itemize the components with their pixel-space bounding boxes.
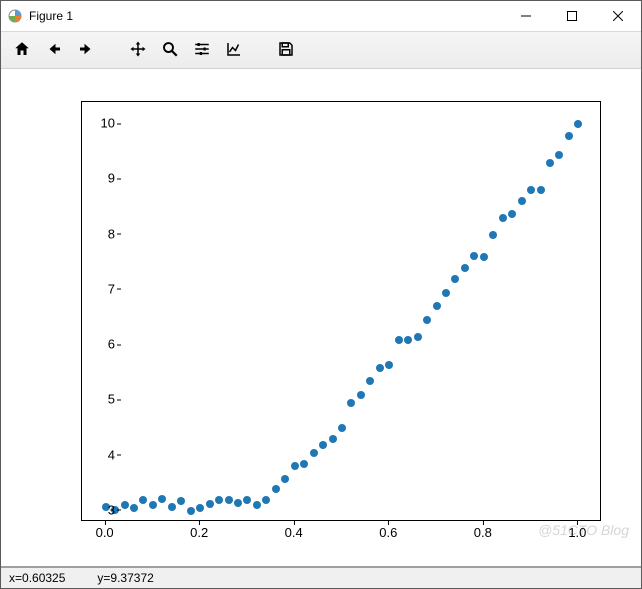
arrow-right-icon bbox=[77, 40, 95, 61]
maximize-button[interactable] bbox=[549, 1, 595, 31]
data-point bbox=[376, 364, 384, 372]
window-controls bbox=[503, 1, 641, 31]
data-point bbox=[404, 336, 412, 344]
y-tick-label: 8 bbox=[108, 226, 115, 241]
plot-canvas[interactable]: @51CTO Blog 3456789100.00.20.40.60.81.0 bbox=[1, 69, 641, 566]
data-point bbox=[187, 507, 195, 515]
data-point bbox=[300, 460, 308, 468]
data-point bbox=[546, 159, 554, 167]
data-point bbox=[461, 264, 469, 272]
data-point bbox=[253, 501, 261, 509]
y-tick-label: 4 bbox=[108, 447, 115, 462]
data-point bbox=[442, 289, 450, 297]
home-button[interactable] bbox=[7, 35, 37, 65]
data-point bbox=[215, 496, 223, 504]
data-point bbox=[508, 210, 516, 218]
data-point bbox=[272, 485, 280, 493]
forward-button[interactable] bbox=[71, 35, 101, 65]
x-tick-label: 0.6 bbox=[379, 525, 397, 540]
y-tick-label: 9 bbox=[108, 171, 115, 186]
data-point bbox=[243, 496, 251, 504]
y-tick-label: 7 bbox=[108, 281, 115, 296]
data-point bbox=[177, 497, 185, 505]
data-point bbox=[262, 496, 270, 504]
data-point bbox=[366, 377, 374, 385]
data-point bbox=[470, 252, 478, 260]
close-button[interactable] bbox=[595, 1, 641, 31]
data-point bbox=[555, 151, 563, 159]
axes-button[interactable] bbox=[219, 35, 249, 65]
data-point bbox=[158, 495, 166, 503]
data-point bbox=[319, 441, 327, 449]
app-icon bbox=[7, 8, 23, 24]
arrow-left-icon bbox=[45, 40, 63, 61]
y-tick-label: 3 bbox=[108, 502, 115, 517]
data-point bbox=[527, 186, 535, 194]
data-point bbox=[537, 186, 545, 194]
pan-button[interactable] bbox=[123, 35, 153, 65]
x-tick-label: 0.4 bbox=[285, 525, 303, 540]
status-bar: x=0.60325 y=9.37372 bbox=[1, 566, 641, 588]
data-point bbox=[347, 399, 355, 407]
data-point bbox=[149, 501, 157, 509]
subplots-button[interactable] bbox=[187, 35, 217, 65]
status-x: x=0.60325 bbox=[9, 571, 65, 585]
data-point bbox=[310, 449, 318, 457]
data-point bbox=[480, 253, 488, 261]
title-bar: Figure 1 bbox=[1, 1, 641, 31]
y-tick-label: 10 bbox=[101, 116, 115, 131]
status-y: y=9.37372 bbox=[97, 571, 153, 585]
data-point bbox=[518, 197, 526, 205]
data-point bbox=[451, 275, 459, 283]
data-point bbox=[130, 504, 138, 512]
data-point bbox=[423, 316, 431, 324]
data-point bbox=[574, 120, 582, 128]
x-tick-label: 1.0 bbox=[568, 525, 586, 540]
data-point bbox=[338, 424, 346, 432]
data-point bbox=[281, 475, 289, 483]
data-point bbox=[433, 302, 441, 310]
data-point bbox=[565, 132, 573, 140]
data-point bbox=[234, 499, 242, 507]
data-point bbox=[168, 503, 176, 511]
data-point bbox=[414, 333, 422, 341]
x-tick-label: 0.8 bbox=[474, 525, 492, 540]
data-point bbox=[225, 496, 233, 504]
chart-line-icon bbox=[225, 40, 243, 61]
data-point bbox=[329, 435, 337, 443]
minimize-button[interactable] bbox=[503, 1, 549, 31]
data-point bbox=[196, 504, 204, 512]
move-icon bbox=[129, 40, 147, 61]
save-icon bbox=[277, 40, 295, 61]
back-button[interactable] bbox=[39, 35, 69, 65]
sliders-icon bbox=[193, 40, 211, 61]
data-point bbox=[139, 496, 147, 504]
x-tick-label: 0.0 bbox=[96, 525, 114, 540]
plot-axes bbox=[81, 101, 601, 521]
zoom-icon bbox=[161, 40, 179, 61]
y-tick-label: 6 bbox=[108, 337, 115, 352]
data-point bbox=[499, 214, 507, 222]
data-point bbox=[357, 391, 365, 399]
data-point bbox=[291, 462, 299, 470]
data-point bbox=[121, 501, 129, 509]
window-title: Figure 1 bbox=[29, 9, 503, 23]
window-frame: Figure 1 bbox=[0, 0, 642, 589]
zoom-button[interactable] bbox=[155, 35, 185, 65]
y-tick-label: 5 bbox=[108, 392, 115, 407]
save-button[interactable] bbox=[271, 35, 301, 65]
data-point bbox=[395, 336, 403, 344]
data-point bbox=[385, 361, 393, 369]
toolbar bbox=[1, 31, 641, 69]
data-point bbox=[206, 500, 214, 508]
x-tick-label: 0.2 bbox=[190, 525, 208, 540]
data-point bbox=[489, 231, 497, 239]
home-icon bbox=[13, 40, 31, 61]
